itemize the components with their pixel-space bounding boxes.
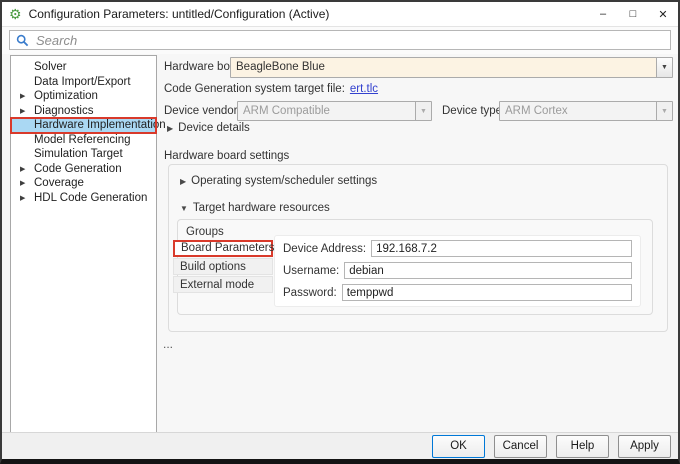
hardware-board-combobox[interactable]: BeagleBone Blue ▼ <box>230 57 673 78</box>
sidebar-item-label: Diagnostics <box>34 104 94 117</box>
os-scheduler-settings-label: Operating system/scheduler settings <box>191 175 378 187</box>
configuration-parameters-window: ⚙ Configuration Parameters: untitled/Con… <box>0 0 680 464</box>
sidebar-item-simulation-target[interactable]: Simulation Target <box>11 147 156 162</box>
window-title: Configuration Parameters: untitled/Confi… <box>28 7 330 21</box>
dropdown-arrow-icon: ▼ <box>415 102 431 120</box>
more-settings-ellipsis: ... <box>163 337 174 351</box>
sidebar-item-label: Hardware Implementation <box>34 119 166 131</box>
os-scheduler-settings-toggle[interactable]: ▶ Operating system/scheduler settings <box>180 175 377 187</box>
title-bar: ⚙ Configuration Parameters: untitled/Con… <box>2 2 678 27</box>
sidebar-item-diagnostics[interactable]: ▶ Diagnostics <box>11 104 156 119</box>
cancel-button[interactable]: Cancel <box>494 434 547 458</box>
sidebar-item-optimization[interactable]: ▶ Optimization <box>11 89 156 104</box>
expand-arrow-icon[interactable]: ▶ <box>167 124 173 133</box>
sidebar-item-hdl-code-generation[interactable]: ▶ HDL Code Generation <box>11 191 156 206</box>
expand-arrow-icon[interactable]: ▶ <box>20 192 25 207</box>
minimize-button[interactable]: – <box>588 2 618 26</box>
sidebar-item-solver[interactable]: Solver <box>11 60 156 75</box>
sidebar-item-coverage[interactable]: ▶ Coverage <box>11 176 156 191</box>
gear-app-icon: ⚙ <box>9 6 22 22</box>
group-item-label: Board Parameters <box>181 242 275 254</box>
target-file-label: Code Generation system target file: <box>164 83 345 95</box>
window-controls: – □ ✕ <box>588 2 678 26</box>
sidebar-item-label: Coverage <box>34 177 84 189</box>
close-button[interactable]: ✕ <box>648 2 678 26</box>
search-row <box>2 27 678 54</box>
search-box[interactable] <box>9 30 671 50</box>
sidebar-item-code-generation[interactable]: ▶ Code Generation <box>11 162 156 177</box>
target-hardware-resources-toggle[interactable]: ▼ Target hardware resources <box>180 202 330 214</box>
sidebar-item-label: Simulation Target <box>34 148 123 160</box>
password-row: Password: <box>283 284 632 301</box>
target-file-link[interactable]: ert.tlc <box>350 83 378 95</box>
device-vendor-label: Device vendor: <box>164 105 241 117</box>
target-hardware-resources-label: Target hardware resources <box>192 202 330 214</box>
device-address-input[interactable] <box>371 240 632 257</box>
group-item-build-options[interactable]: Build options <box>173 258 273 275</box>
sidebar-item-model-referencing[interactable]: Model Referencing <box>11 133 156 148</box>
hardware-board-value: BeagleBone Blue <box>231 58 656 77</box>
sidebar-item-label: Solver <box>34 61 67 73</box>
sidebar-item-label: Model Referencing <box>34 133 131 146</box>
username-input[interactable] <box>344 262 632 279</box>
collapse-arrow-icon[interactable]: ▼ <box>180 204 188 213</box>
settings-tree-sidebar: Solver Data Import/Export ▶ Optimization… <box>10 55 166 434</box>
expand-arrow-icon[interactable]: ▶ <box>20 163 25 178</box>
help-button[interactable]: Help <box>556 434 609 458</box>
device-type-label: Device type: <box>442 105 506 117</box>
device-details-label: Device details <box>178 122 250 134</box>
search-input[interactable] <box>34 31 670 49</box>
expand-arrow-icon[interactable]: ▶ <box>20 90 25 105</box>
password-label: Password: <box>283 286 337 299</box>
sidebar-item-label: HDL Code Generation <box>34 191 148 204</box>
group-item-board-parameters[interactable]: Board Parameters <box>173 240 275 257</box>
expand-arrow-icon[interactable]: ▶ <box>180 177 186 186</box>
username-row: Username: <box>283 262 632 279</box>
group-item-label: Build options <box>180 261 246 273</box>
device-address-label: Device Address: <box>283 242 367 255</box>
sidebar-item-label: Optimization <box>34 90 98 102</box>
expand-arrow-icon[interactable]: ▶ <box>20 105 25 120</box>
password-input[interactable] <box>341 284 632 301</box>
groups-label: Groups <box>186 226 224 238</box>
dropdown-arrow-icon[interactable]: ▼ <box>656 58 672 77</box>
sidebar-item-label: Data Import/Export <box>34 75 131 88</box>
maximize-button[interactable]: □ <box>618 2 648 26</box>
sidebar-item-hardware-implementation[interactable]: Hardware Implementation <box>10 117 166 134</box>
device-type-value: ARM Cortex <box>500 102 656 120</box>
ok-button[interactable]: OK <box>432 434 485 458</box>
sidebar-item-label: Code Generation <box>34 162 122 175</box>
sidebar-item-data-import-export[interactable]: Data Import/Export <box>11 75 156 90</box>
device-address-row: Device Address: <box>283 240 632 257</box>
device-vendor-combobox: ARM Compatible ▼ <box>237 101 432 121</box>
device-details-toggle[interactable]: ▶ Device details <box>167 122 250 134</box>
groups-list: Board Parameters Build options External … <box>173 240 275 294</box>
board-parameters-fields-panel: Device Address: Username: Password: <box>274 235 641 307</box>
search-icon <box>16 34 29 46</box>
username-label: Username: <box>283 264 340 277</box>
apply-button[interactable]: Apply <box>618 434 671 458</box>
device-type-combobox: ARM Cortex ▼ <box>499 101 673 121</box>
dropdown-arrow-icon: ▼ <box>656 102 672 120</box>
dialog-footer: OK Cancel Help Apply <box>2 432 678 459</box>
group-item-label: External mode <box>180 279 255 291</box>
group-item-external-mode[interactable]: External mode <box>173 276 273 293</box>
expand-arrow-icon[interactable]: ▶ <box>20 177 25 192</box>
target-file-row: Code Generation system target file: ert.… <box>164 83 378 95</box>
hardware-board-settings-heading: Hardware board settings <box>164 150 290 162</box>
device-vendor-value: ARM Compatible <box>238 102 415 120</box>
